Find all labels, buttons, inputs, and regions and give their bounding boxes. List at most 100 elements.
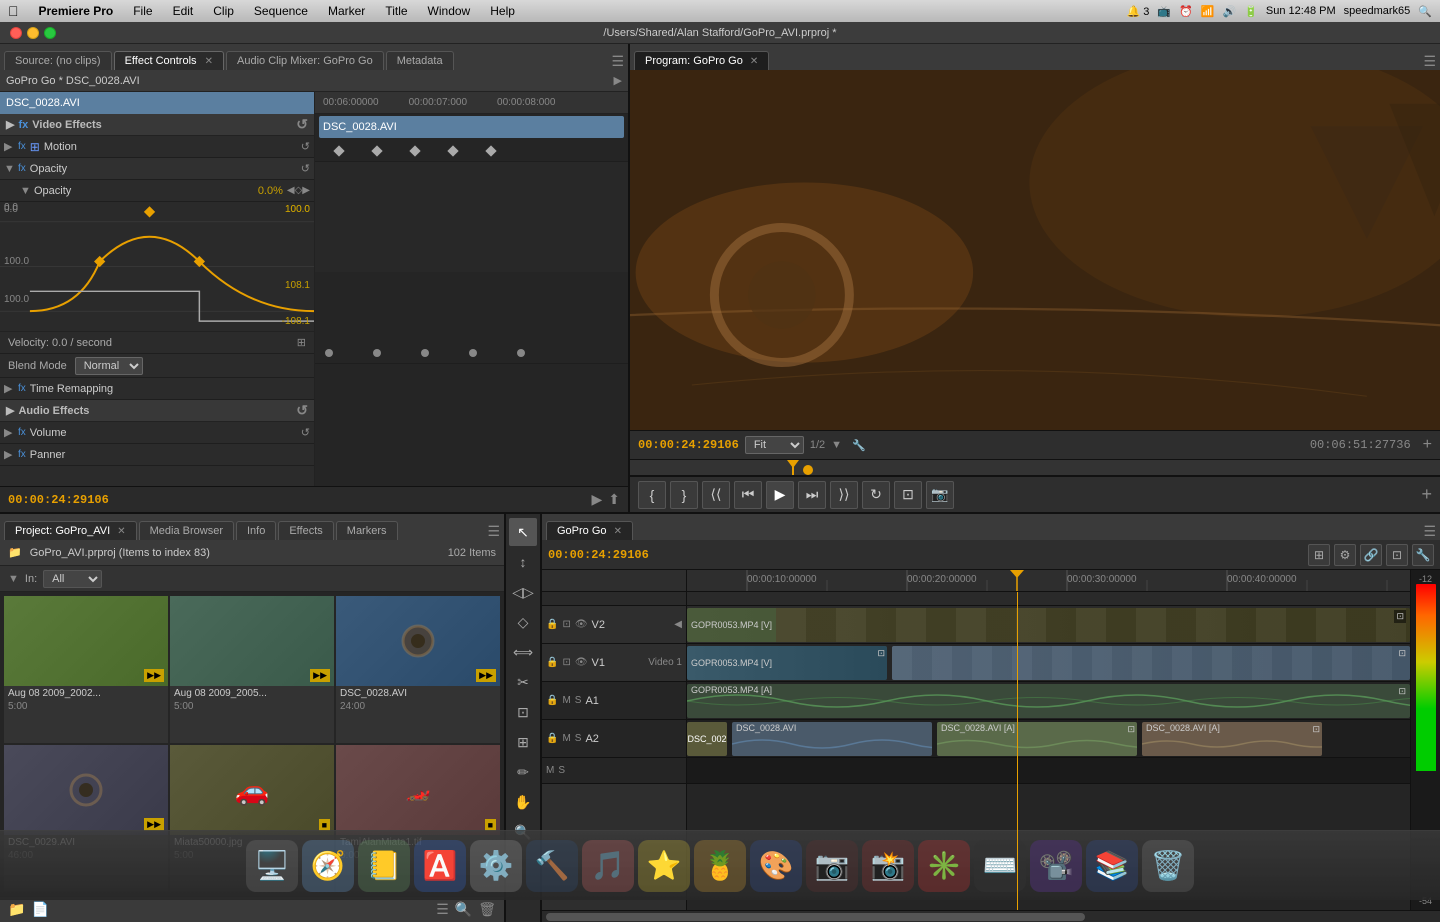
video-effects-reset[interactable]: ↺	[296, 116, 308, 133]
file-menu[interactable]: File	[129, 4, 156, 18]
motion-expand[interactable]: ▶	[4, 140, 18, 153]
tab-gopro-timeline[interactable]: GoPro Go ✕	[546, 521, 633, 540]
tool-rate-stretch[interactable]: ⟺	[509, 638, 537, 666]
add-marker-btn[interactable]: +	[1423, 436, 1432, 454]
v2-eye-icon[interactable]: 👁	[575, 619, 588, 630]
dock-system-prefs[interactable]: ⚙️	[470, 840, 522, 892]
dock-xcode[interactable]: 🔨	[526, 840, 578, 892]
tool-hand[interactable]: ✋	[509, 788, 537, 816]
dock-font-book[interactable]: 📚	[1086, 840, 1138, 892]
tl-timecode[interactable]: 00:00:24:29106	[548, 548, 649, 562]
dock-flash[interactable]: ✳️	[918, 840, 970, 892]
tl-snap-btn[interactable]: ⊡	[1386, 544, 1408, 566]
dock-trash[interactable]: 🗑️	[1142, 840, 1194, 892]
close-effect-controls-tab[interactable]: ✕	[205, 56, 213, 67]
tab-project-gopro[interactable]: Project: GoPro_AVI ✕	[4, 521, 137, 540]
panner-expand[interactable]: ▶	[4, 448, 18, 461]
v2-sync-icon[interactable]: ⊡	[562, 619, 570, 630]
tl-add-tracks-btn[interactable]: ⊞	[1308, 544, 1330, 566]
tab-source[interactable]: Source: (no clips)	[4, 51, 112, 70]
sequence-menu[interactable]: Sequence	[250, 4, 312, 18]
tab-media-browser[interactable]: Media Browser	[139, 521, 234, 540]
dock-photoshop[interactable]: 🎨	[750, 840, 802, 892]
tl-wrench-btn[interactable]: 🔧	[1412, 544, 1434, 566]
minimize-button[interactable]	[27, 27, 39, 39]
close-button[interactable]	[10, 27, 22, 39]
tab-effects[interactable]: Effects	[278, 521, 333, 540]
timeline-scrollbar[interactable]	[542, 910, 1440, 922]
close-program-tab[interactable]: ✕	[750, 56, 758, 67]
search-icon[interactable]: 🔍	[1418, 5, 1432, 18]
velocity-add-btn[interactable]: ⊞	[297, 336, 306, 349]
dock-itunes[interactable]: 🎵	[582, 840, 634, 892]
v2-collapse-btn[interactable]: ◀	[674, 619, 682, 630]
monitor-scrub-bar[interactable]	[630, 460, 1440, 476]
wrench-icon[interactable]: 🔧	[852, 439, 866, 452]
fx-play-btn[interactable]: ▶	[591, 491, 602, 508]
tool-selection[interactable]: ↖	[509, 518, 537, 546]
time-remap-expand[interactable]: ▶	[4, 382, 18, 395]
close-project-tab[interactable]: ✕	[117, 526, 125, 537]
dock-flux2[interactable]: 🍍	[694, 840, 746, 892]
dock-camera-raw[interactable]: 📷	[806, 840, 858, 892]
project-panel-menu[interactable]: ☰	[487, 523, 500, 540]
marker-menu[interactable]: Marker	[324, 4, 369, 18]
title-menu[interactable]: Title	[381, 4, 411, 18]
panel-menu-btn[interactable]: ☰	[611, 53, 624, 70]
volume-expand[interactable]: ▶	[4, 426, 18, 439]
audio-effects-reset[interactable]: ↺	[296, 402, 308, 419]
edit-menu[interactable]: Edit	[169, 4, 198, 18]
extra-track-mute[interactable]: M	[546, 765, 554, 776]
opacity-add-kf[interactable]: ◇	[295, 185, 303, 196]
clip-menu[interactable]: Clip	[209, 4, 238, 18]
loop-btn[interactable]: ↻	[862, 481, 890, 509]
v2-lock-icon[interactable]: 🔒	[546, 619, 558, 630]
tool-pen[interactable]: ✏	[509, 758, 537, 786]
dock-terminal[interactable]: ⌨️	[974, 840, 1026, 892]
a2-lock-icon[interactable]: 🔒	[546, 733, 558, 744]
program-panel-menu[interactable]: ☰	[1423, 53, 1436, 70]
new-folder-icon[interactable]: 📁	[8, 901, 25, 918]
tab-audio-clip-mixer[interactable]: Audio Clip Mixer: GoPro Go	[226, 51, 384, 70]
tab-effect-controls[interactable]: Effect Controls ✕	[114, 51, 224, 70]
extra-track-solo[interactable]: S	[558, 765, 565, 776]
in-select[interactable]: All Video Audio	[43, 570, 102, 588]
apple-menu[interactable]: 	[8, 3, 19, 19]
tool-track-select[interactable]: ↕	[509, 548, 537, 576]
opacity-reset[interactable]: ↺	[301, 162, 310, 175]
fit-selector[interactable]: Fit 25% 50% 100%	[745, 436, 804, 454]
tab-metadata[interactable]: Metadata	[386, 51, 454, 70]
dock-pineapple[interactable]: ⭐	[638, 840, 690, 892]
window-menu[interactable]: Window	[424, 4, 475, 18]
play-stop-btn[interactable]: ▶	[766, 481, 794, 509]
source-arrow[interactable]: ▶	[614, 74, 622, 87]
program-timecode[interactable]: 00:00:24:29106	[638, 438, 739, 452]
v1-sync-icon[interactable]: ⊡	[562, 657, 570, 668]
go-to-in-btn[interactable]: ⟨⟨	[702, 481, 730, 509]
mark-out-btn[interactable]: }	[670, 481, 698, 509]
project-item-0[interactable]: ▶▶ Aug 08 2009_2002... 5:00	[4, 596, 168, 743]
delete-project-icon[interactable]: 🗑	[478, 901, 496, 918]
new-item-icon[interactable]: 📄	[31, 901, 48, 918]
audio-effects-header[interactable]: ▶ Audio Effects ↺	[0, 400, 314, 422]
tool-ripple[interactable]: ◁▷	[509, 578, 537, 606]
project-item-1[interactable]: ▶▶ Aug 08 2009_2005... 5:00	[170, 596, 334, 743]
opacity-expand[interactable]: ▼	[4, 163, 18, 175]
fx-export-btn[interactable]: ⬆	[608, 491, 620, 508]
audio-effects-expand[interactable]: ▶	[6, 404, 14, 417]
timeline-scrollbar-thumb[interactable]	[546, 913, 1085, 921]
a1-mute-btn[interactable]: M	[562, 695, 570, 706]
dock-photobooth[interactable]: 📸	[862, 840, 914, 892]
dock-contacts[interactable]: 📒	[358, 840, 410, 892]
volume-reset[interactable]: ↺	[301, 426, 310, 439]
project-item-2[interactable]: ▶▶ DSC_0028.AVI 24:00	[336, 596, 500, 743]
tab-markers[interactable]: Markers	[336, 521, 398, 540]
mark-in-btn[interactable]: {	[638, 481, 666, 509]
tool-razor[interactable]: ✂	[509, 668, 537, 696]
dock-appstore[interactable]: 🅰️	[414, 840, 466, 892]
a2-solo-btn[interactable]: S	[575, 733, 582, 744]
v1-lock-icon[interactable]: 🔒	[546, 657, 558, 668]
search-project-icon[interactable]: 🔍	[455, 901, 472, 918]
tool-slide[interactable]: ⊞	[509, 728, 537, 756]
video-effects-header[interactable]: ▶ fx Video Effects ↺	[0, 114, 314, 136]
